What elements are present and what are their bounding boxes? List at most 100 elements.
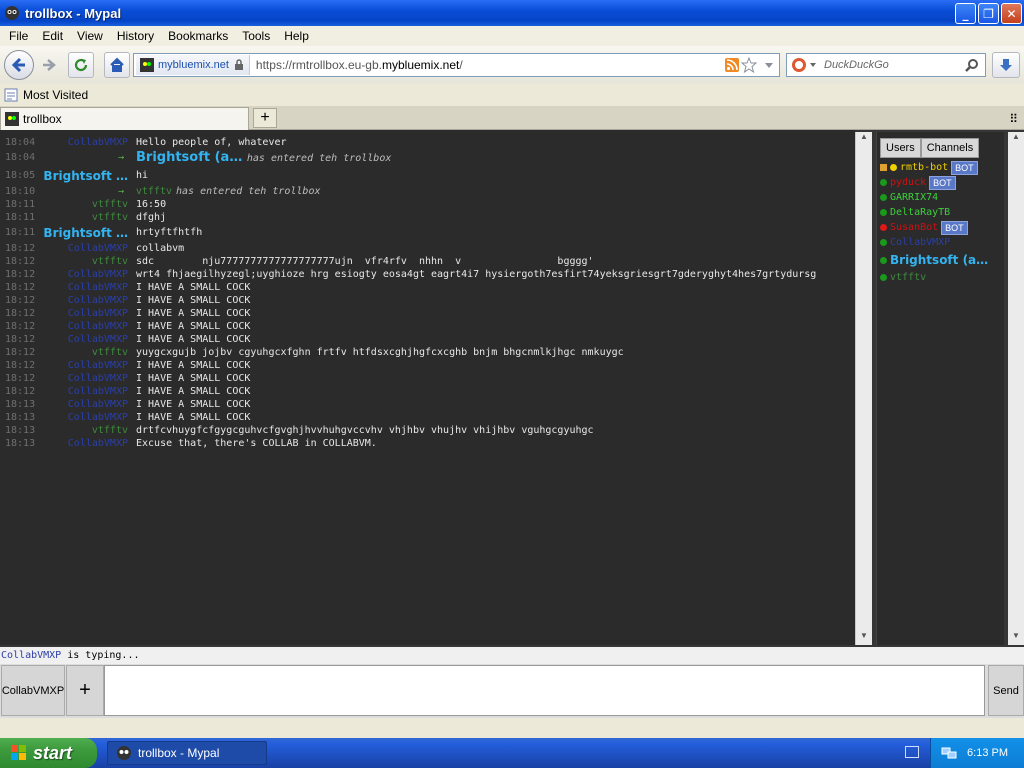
typing-indicator: CollabVMXP is typing... — [0, 647, 1024, 664]
message-nick[interactable]: vtfftv — [92, 211, 128, 224]
user-list-item[interactable]: GARRIX74 — [880, 190, 1004, 205]
home-button[interactable] — [104, 52, 130, 78]
minimize-button[interactable]: _ — [955, 3, 976, 24]
message-nick[interactable]: CollabVMXP — [68, 268, 128, 281]
message-nick[interactable]: CollabVMXP — [68, 437, 128, 450]
engine-dropdown-icon[interactable] — [810, 62, 816, 68]
clock[interactable]: 6:13 PM — [967, 747, 1008, 759]
url-bar[interactable]: mybluemix.net https://rmtrollbox.eu-gb.m… — [133, 53, 780, 77]
download-arrow-icon — [1000, 59, 1012, 71]
tab-trollbox[interactable]: trollbox — [0, 107, 249, 130]
user-list-item[interactable]: CollabVMXP — [880, 235, 1004, 250]
window-titlebar[interactable]: trollbox - Mypal _ ❐ ✕ — [0, 0, 1024, 26]
status-dot-icon — [880, 179, 887, 186]
menu-bookmarks[interactable]: Bookmarks — [161, 29, 235, 43]
home-icon — [110, 57, 124, 72]
message-nick[interactable]: vtfftv — [92, 198, 128, 211]
user-list-item[interactable]: Brightsoft (a… — [880, 250, 1004, 270]
typing-nick: CollabVMXP — [1, 650, 62, 661]
menu-history[interactable]: History — [110, 29, 161, 43]
bot-badge: BOT — [929, 175, 956, 190]
plus-button[interactable]: + — [66, 665, 104, 716]
scroll-up-icon[interactable]: ▲ — [1008, 132, 1024, 146]
send-button[interactable]: Send — [988, 665, 1024, 716]
menu-tools[interactable]: Tools — [235, 29, 277, 43]
search-icon[interactable] — [965, 58, 979, 72]
url-dropdown-icon[interactable] — [764, 62, 774, 70]
menu-view[interactable]: View — [70, 29, 110, 43]
message-nick[interactable]: vtfftv — [92, 346, 128, 359]
chat-message: 18:04 CollabVMXP Hello people of, whatever — [0, 136, 855, 149]
join-nick[interactable]: Brightsoft (a… — [136, 150, 242, 165]
message-nick[interactable]: CollabVMXP — [68, 411, 128, 424]
duckduckgo-engine-icon[interactable] — [791, 57, 807, 73]
most-visited-link[interactable]: Most Visited — [23, 88, 88, 102]
message-text: hrtyftfhtfh — [136, 227, 203, 238]
message-input[interactable] — [104, 665, 985, 716]
message-nick[interactable]: vtfftv — [92, 424, 128, 437]
nickname-button[interactable]: CollabVMXP — [1, 665, 65, 716]
windows-logo-icon — [11, 745, 26, 760]
message-nick[interactable]: Brightsoft … — [43, 167, 128, 185]
message-nick[interactable]: CollabVMXP — [68, 294, 128, 307]
bookmarks-toolbar: Most Visited — [0, 84, 1024, 106]
message-nick[interactable]: CollabVMXP — [68, 385, 128, 398]
forward-button[interactable] — [36, 52, 62, 78]
message-nick[interactable]: Brightsoft … — [43, 224, 128, 242]
rss-feed-icon[interactable] — [725, 58, 739, 72]
downloads-button[interactable] — [992, 52, 1020, 78]
message-nick[interactable]: CollabVMXP — [68, 372, 128, 385]
message-nick[interactable]: CollabVMXP — [68, 136, 128, 149]
reload-button[interactable] — [68, 52, 94, 78]
user-list-item[interactable]: pyduck BOT — [880, 175, 1004, 190]
start-button[interactable]: start — [0, 738, 97, 768]
chat-message: 18:04 → Brightsoft (a… has entered teh tro… — [0, 149, 855, 167]
menu-file[interactable]: File — [2, 29, 35, 43]
message-nick[interactable]: CollabVMXP — [68, 281, 128, 294]
chat-message: 18:12 CollabVMXP I HAVE A SMALL COCK — [0, 385, 855, 398]
search-box[interactable]: DuckDuckGo — [786, 53, 986, 77]
message-nick[interactable]: vtfftv — [136, 185, 172, 198]
bookmark-star-icon[interactable] — [741, 57, 757, 73]
site-identity-button[interactable]: mybluemix.net — [136, 55, 250, 75]
forward-arrow-icon — [43, 59, 56, 71]
message-nick[interactable]: CollabVMXP — [68, 242, 128, 255]
tab-channels[interactable]: Channels — [920, 138, 980, 158]
menu-edit[interactable]: Edit — [35, 29, 70, 43]
user-name: vtfftv — [890, 272, 927, 283]
message-nick[interactable]: CollabVMXP — [68, 333, 128, 346]
message-nick[interactable]: CollabVMXP — [68, 359, 128, 372]
chat-log[interactable]: 18:04 CollabVMXP Hello people of, whatever… — [0, 130, 855, 645]
system-tray: 6:13 PM — [930, 738, 1024, 768]
tab-users[interactable]: Users — [880, 138, 921, 158]
scroll-down-icon[interactable]: ▼ — [856, 631, 872, 645]
user-list-item[interactable]: SusanBot BOT — [880, 220, 1004, 235]
maximize-button[interactable]: ❐ — [978, 3, 999, 24]
keyboard-icon[interactable] — [905, 746, 919, 758]
chat-message: 18:11 vtfftv dfghj — [0, 211, 855, 224]
message-nick[interactable]: CollabVMXP — [68, 398, 128, 411]
list-all-tabs-icon[interactable]: ⠿ — [1009, 112, 1018, 126]
message-nick[interactable]: CollabVMXP — [68, 320, 128, 333]
site-identity-label: mybluemix.net — [158, 59, 229, 71]
taskbar-item-trollbox[interactable]: trollbox - Mypal — [107, 741, 267, 765]
user-list-item[interactable]: rmtb-bot BOT — [880, 160, 1004, 175]
network-icon[interactable] — [941, 746, 957, 760]
message-input-bar: CollabVMXP + Send — [0, 664, 1024, 718]
user-list-item[interactable]: vtfftv — [880, 270, 1004, 285]
scroll-up-icon[interactable]: ▲ — [856, 132, 872, 146]
back-button[interactable] — [4, 50, 34, 80]
message-timestamp: 18:13 — [5, 412, 36, 423]
message-nick[interactable]: CollabVMXP — [68, 307, 128, 320]
scroll-down-icon[interactable]: ▼ — [1008, 631, 1024, 645]
message-nick[interactable]: vtfftv — [92, 255, 128, 268]
chat-scrollbar[interactable]: ▲ ▼ — [855, 132, 872, 645]
user-list-item[interactable]: DeltaRayTB — [880, 205, 1004, 220]
chat-message: 18:11 Brightsoft … hrtyftfhtfh — [0, 224, 855, 242]
navigation-toolbar: mybluemix.net https://rmtrollbox.eu-gb.m… — [0, 46, 1024, 84]
message-timestamp: 18:12 — [5, 295, 36, 306]
page-scrollbar[interactable]: ▲ ▼ — [1008, 132, 1024, 645]
close-button[interactable]: ✕ — [1001, 3, 1022, 24]
new-tab-button[interactable]: + — [253, 108, 277, 128]
menu-help[interactable]: Help — [277, 29, 316, 43]
